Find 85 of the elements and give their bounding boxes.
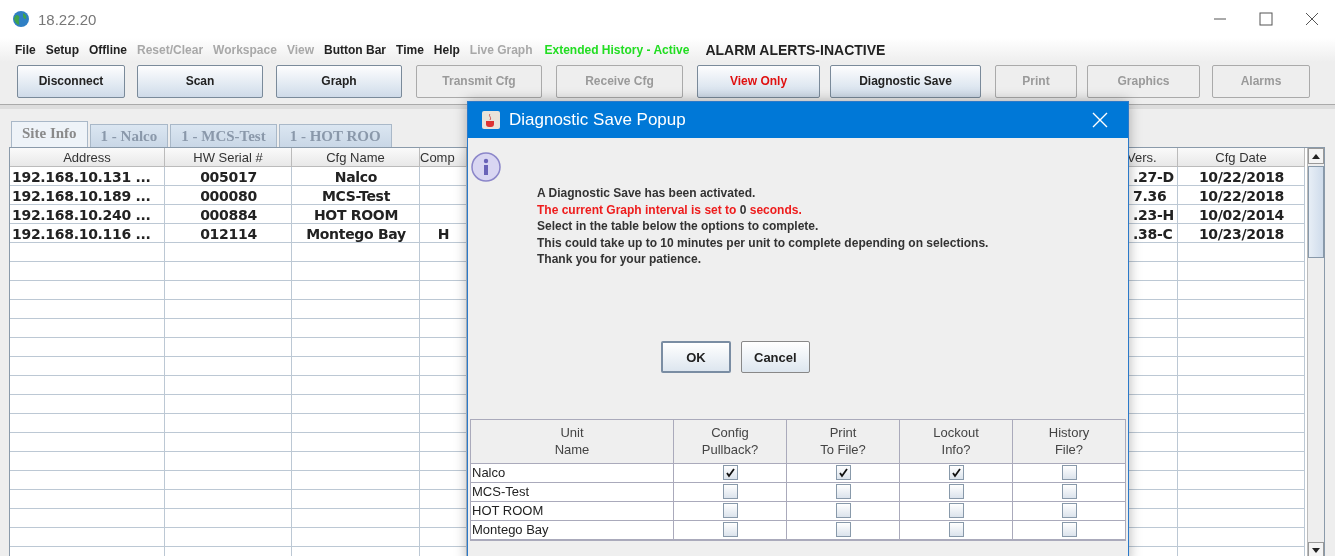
table-cell: 000080 bbox=[200, 187, 257, 204]
status-label: Extended History - Active bbox=[543, 43, 691, 57]
menu-item[interactable]: Help bbox=[428, 43, 465, 57]
checkbox[interactable] bbox=[722, 522, 738, 538]
checkbox[interactable] bbox=[1061, 484, 1077, 500]
menu-item[interactable]: Setup bbox=[40, 43, 84, 57]
message-text: Select in the table below the options to complete. bbox=[537, 218, 820, 235]
scroll-up-icon[interactable] bbox=[1312, 153, 1320, 159]
close-icon[interactable] bbox=[1305, 12, 1319, 26]
table-cell: 192.168.10.116 ... bbox=[12, 225, 151, 242]
table-cell: 192.168.10.240 ... bbox=[12, 206, 151, 223]
tab[interactable]: 1 - MCS-Test bbox=[170, 124, 277, 147]
table-cell: HOT ROOM bbox=[472, 503, 544, 519]
checkbox[interactable] bbox=[1061, 465, 1077, 481]
message-text: Thank you for your patience. bbox=[537, 251, 703, 268]
toolbar-button[interactable]: Diagnostic Save bbox=[830, 64, 981, 98]
table-cell: MCS-Test bbox=[321, 187, 391, 204]
column-header: Comp bbox=[420, 149, 455, 165]
table-cell: .27-D bbox=[1133, 168, 1174, 185]
table-cell: 192.168.10.189 ... bbox=[12, 187, 151, 204]
column-header: Cfg Date bbox=[1215, 149, 1267, 165]
checkbox[interactable] bbox=[722, 465, 738, 481]
menu-item[interactable]: Time bbox=[391, 43, 429, 57]
toolbar-button[interactable]: Scan bbox=[137, 64, 263, 98]
toolbar-button[interactable]: Disconnect bbox=[17, 64, 125, 98]
checkbox[interactable] bbox=[948, 465, 964, 481]
checkbox[interactable] bbox=[948, 484, 964, 500]
checkbox[interactable] bbox=[835, 484, 851, 500]
table-cell: 012114 bbox=[200, 225, 257, 242]
coffee-cup-icon bbox=[482, 111, 500, 130]
checkbox[interactable] bbox=[835, 465, 851, 481]
message-text: A Diagnostic Save has been activated. bbox=[537, 185, 757, 202]
tab[interactable]: 1 - HOT ROO bbox=[278, 124, 392, 147]
checkbox[interactable] bbox=[835, 503, 851, 519]
column-header: HW Serial # bbox=[193, 149, 263, 165]
toolbar-button[interactable]: View Only bbox=[697, 64, 820, 98]
message-text: This could take up to 10 minutes per unit to complete depending on selections. bbox=[537, 234, 990, 252]
dialog-button[interactable]: Cancel bbox=[741, 341, 810, 373]
status-label: ALARM ALERTS-INACTIVE bbox=[704, 42, 887, 58]
table-cell: Nalco bbox=[334, 168, 378, 185]
toolbar-button[interactable]: Graph bbox=[276, 64, 402, 98]
checkbox[interactable] bbox=[1061, 503, 1077, 519]
table-cell: 005017 bbox=[200, 168, 257, 185]
checkbox[interactable] bbox=[722, 503, 738, 519]
column-header: Unit Name bbox=[554, 424, 590, 459]
checkbox[interactable] bbox=[948, 522, 964, 538]
scrollbar-thumb[interactable] bbox=[1308, 166, 1324, 258]
table-cell: 10/23/2018 bbox=[1198, 225, 1285, 242]
table-cell: Montego Bay bbox=[472, 522, 549, 538]
column-header: Lockout Info? bbox=[933, 424, 979, 459]
table-cell: H bbox=[437, 225, 450, 242]
menu-item[interactable]: File bbox=[10, 43, 41, 57]
checkbox[interactable] bbox=[835, 522, 851, 538]
table-cell: HOT ROOM bbox=[313, 206, 399, 223]
column-header: Address bbox=[63, 149, 111, 165]
dialog-button[interactable]: OK bbox=[661, 341, 731, 373]
message-text: The current Graph interval is set to 0 seconds. bbox=[537, 201, 803, 219]
table-cell: 10/22/2018 bbox=[1198, 187, 1285, 204]
table-cell: 10/02/2014 bbox=[1198, 206, 1285, 223]
maximize-icon[interactable] bbox=[1259, 12, 1273, 26]
globe-icon bbox=[12, 10, 30, 28]
menu-item[interactable]: Button Bar bbox=[319, 43, 391, 57]
column-header: History File? bbox=[1048, 424, 1090, 459]
dialog-title: Diagnostic Save Popup bbox=[509, 110, 686, 131]
column-header: Cfg Name bbox=[326, 149, 385, 165]
info-icon bbox=[471, 152, 501, 183]
table-cell: Nalco bbox=[472, 465, 506, 481]
checkbox[interactable] bbox=[722, 484, 738, 500]
table-cell: 000884 bbox=[200, 206, 257, 223]
tab[interactable]: Site Info bbox=[11, 121, 88, 147]
column-header: Config Pullback? bbox=[701, 424, 759, 459]
table-cell: .23-H bbox=[1133, 206, 1174, 223]
scroll-down-icon[interactable] bbox=[1312, 547, 1320, 553]
table-cell: 7.36 bbox=[1133, 187, 1167, 204]
window-title: 18.22.20 bbox=[38, 10, 97, 28]
table-cell: 192.168.10.131 ... bbox=[12, 168, 151, 185]
table-cell: Montego Bay bbox=[306, 225, 406, 242]
table-cell: 10/22/2018 bbox=[1198, 168, 1285, 185]
checkbox[interactable] bbox=[1061, 522, 1077, 538]
column-header: Print To File? bbox=[820, 424, 866, 459]
checkbox[interactable] bbox=[948, 503, 964, 519]
table-cell: MCS-Test bbox=[472, 484, 530, 500]
menu-item[interactable]: Offline bbox=[84, 43, 132, 57]
tab[interactable]: 1 - Nalco bbox=[89, 124, 169, 147]
table-cell: .38-C bbox=[1133, 225, 1173, 242]
